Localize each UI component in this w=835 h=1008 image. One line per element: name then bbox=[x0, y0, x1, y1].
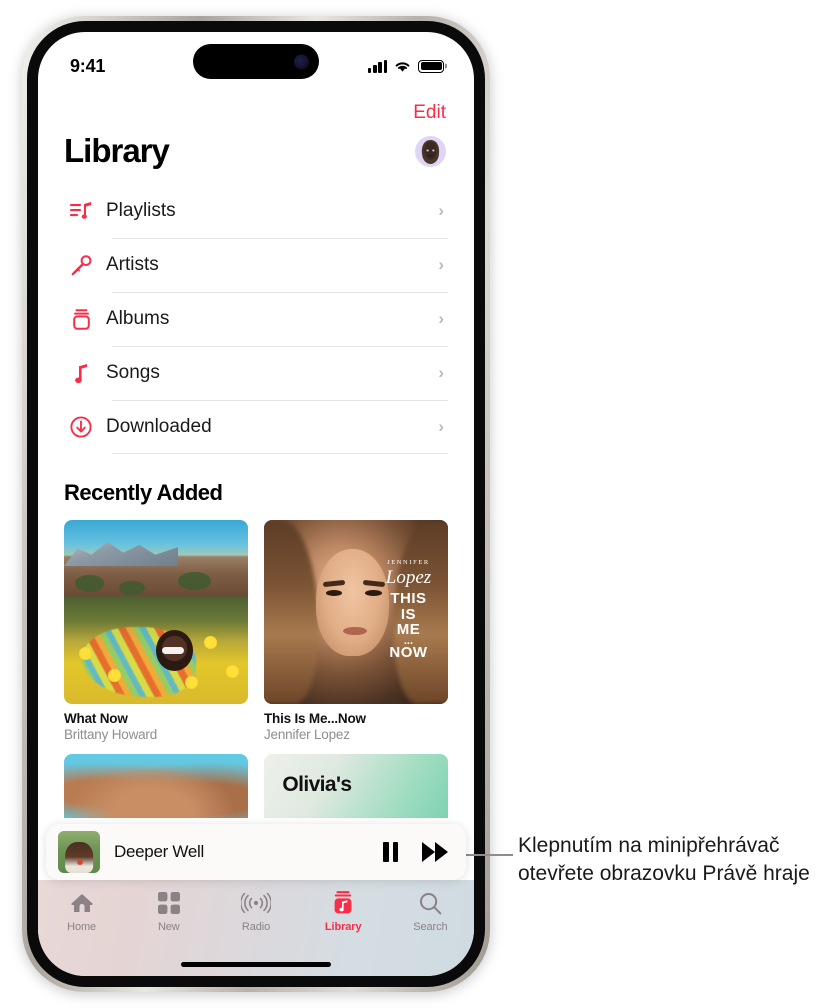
fast-forward-icon[interactable] bbox=[422, 842, 448, 862]
search-icon bbox=[419, 890, 442, 916]
dynamic-island bbox=[193, 44, 319, 79]
music-note-icon bbox=[64, 363, 98, 384]
status-time: 9:41 bbox=[70, 55, 106, 76]
phone-screen: 9:41 Edit Library Playlists › Artists › … bbox=[38, 32, 474, 976]
album-artist: Jennifer Lopez bbox=[264, 727, 350, 742]
sidebar-item-label: Downloaded bbox=[106, 416, 212, 437]
sidebar-item-label: Artists bbox=[106, 254, 159, 275]
recently-added-grid: What Now Brittany Howard JENNIFER Lopez … bbox=[38, 506, 474, 742]
cover-line-1: THIS bbox=[390, 589, 427, 607]
album-card[interactable]: JENNIFER Lopez THIS IS ME ... NOW This I… bbox=[264, 520, 448, 742]
playlists-icon bbox=[64, 201, 98, 221]
pause-icon[interactable] bbox=[383, 842, 398, 862]
cover-line-4: NOW bbox=[389, 644, 428, 662]
cover-script-name: Lopez bbox=[385, 567, 432, 589]
sidebar-item-artists[interactable]: Artists › bbox=[64, 238, 474, 292]
cover-artist-name: JENNIFER bbox=[387, 559, 430, 567]
library-icon bbox=[332, 890, 354, 916]
chevron-right-icon: › bbox=[438, 363, 444, 382]
tab-radio[interactable]: Radio bbox=[212, 890, 299, 933]
album-title: This Is Me...Now bbox=[264, 711, 366, 726]
album-artwork bbox=[64, 520, 248, 704]
tab-home[interactable]: Home bbox=[38, 890, 125, 933]
avatar[interactable] bbox=[415, 135, 446, 167]
album-artwork: JENNIFER Lopez THIS IS ME ... NOW bbox=[264, 520, 448, 704]
sidebar-item-downloaded[interactable]: Downloaded › bbox=[64, 400, 474, 454]
callout-text: Klepnutím na minipřehrávač otevřete obra… bbox=[518, 834, 810, 885]
tab-label: Search bbox=[413, 921, 448, 933]
page-title: Library bbox=[64, 132, 170, 169]
tab-label: Home bbox=[67, 921, 97, 933]
album-card[interactable]: What Now Brittany Howard bbox=[64, 520, 248, 742]
cover-line-2: IS bbox=[400, 605, 417, 623]
cellular-bars-icon bbox=[368, 59, 387, 73]
grid-icon bbox=[157, 890, 180, 916]
download-circle-icon bbox=[64, 416, 98, 438]
iphone-device-frame: 9:41 Edit Library Playlists › Artists › … bbox=[22, 16, 490, 992]
sidebar-item-label: Albums bbox=[106, 308, 170, 329]
home-indicator[interactable] bbox=[181, 962, 331, 967]
chevron-right-icon: › bbox=[438, 417, 444, 436]
edit-button[interactable]: Edit bbox=[413, 102, 446, 124]
sidebar-item-label: Playlists bbox=[106, 200, 176, 221]
radio-waves-icon bbox=[241, 890, 271, 916]
status-icons bbox=[368, 59, 444, 73]
album-artwork-partial[interactable] bbox=[64, 754, 248, 818]
album-cover-label: Olivia's bbox=[282, 773, 352, 797]
album-title: What Now bbox=[64, 711, 128, 726]
chevron-right-icon: › bbox=[438, 309, 444, 328]
battery-full-icon bbox=[418, 59, 444, 73]
front-camera-icon bbox=[294, 54, 309, 69]
deeper-well-artwork bbox=[58, 831, 100, 873]
home-icon bbox=[70, 890, 94, 916]
album-artist: Brittany Howard bbox=[64, 727, 158, 742]
mini-player-track-title: Deeper Well bbox=[114, 842, 204, 861]
tab-new[interactable]: New bbox=[125, 890, 212, 933]
title-row: Library bbox=[38, 124, 474, 170]
chevron-right-icon: › bbox=[438, 201, 444, 220]
tab-label: Library bbox=[324, 921, 362, 933]
tab-search[interactable]: Search bbox=[387, 890, 474, 933]
album-artwork-partial[interactable]: Olivia's bbox=[264, 754, 448, 818]
sidebar-item-songs[interactable]: Songs › bbox=[64, 346, 474, 400]
sidebar-item-albums[interactable]: Albums › bbox=[64, 292, 474, 346]
tab-label: Radio bbox=[241, 921, 271, 933]
tab-library[interactable]: Library bbox=[300, 890, 387, 933]
albums-icon bbox=[64, 308, 98, 330]
section-title-recently-added: Recently Added bbox=[64, 480, 223, 505]
phone-bezel: 9:41 Edit Library Playlists › Artists › … bbox=[27, 21, 485, 987]
edit-row: Edit bbox=[38, 88, 474, 124]
sidebar-item-playlists[interactable]: Playlists › bbox=[64, 184, 474, 238]
library-list: Playlists › Artists › Albums › Songs › D… bbox=[38, 184, 474, 454]
wifi-icon bbox=[395, 61, 410, 72]
sidebar-item-label: Songs bbox=[106, 362, 160, 383]
recently-added-grid-next-row: Olivia's bbox=[38, 742, 474, 818]
microphone-icon bbox=[64, 254, 98, 276]
mini-player[interactable]: Deeper Well bbox=[46, 824, 466, 880]
chevron-right-icon: › bbox=[438, 255, 444, 274]
tab-label: New bbox=[157, 921, 180, 933]
